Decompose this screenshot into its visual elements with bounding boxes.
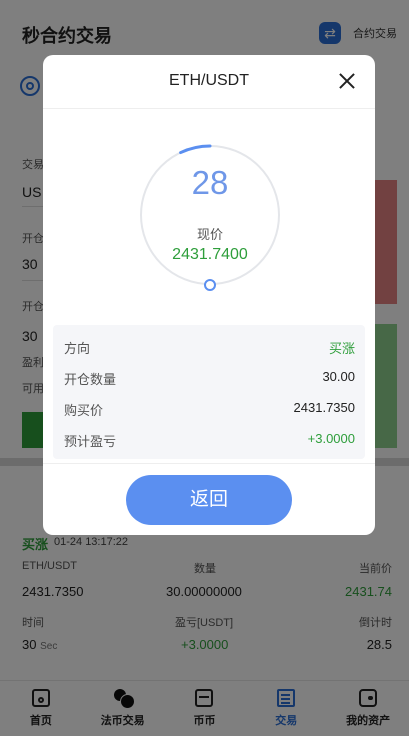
countdown-ring: 28 现价 2431.7400 xyxy=(137,142,283,294)
ring-progress xyxy=(179,144,212,155)
detail-value: +3.0000 xyxy=(307,431,355,446)
current-price-value: 2431.7400 xyxy=(172,246,248,263)
detail-value: 买涨 xyxy=(328,341,355,356)
order-modal: ETH/USDT 28 现价 2431.7400 方向 买涨 开仓数量 30.0… xyxy=(43,55,375,535)
detail-label: 预计盈亏 xyxy=(64,434,117,449)
divider xyxy=(43,463,375,464)
countdown-number: 28 xyxy=(191,164,229,201)
modal-title: ETH/USDT xyxy=(169,72,249,89)
modal-header: ETH/USDT xyxy=(43,55,375,109)
detail-value: 30.00 xyxy=(322,369,355,384)
order-details: 方向 买涨 开仓数量 30.00 购买价 2431.7350 预计盈亏 +3.0… xyxy=(53,325,365,459)
current-price-label: 现价 xyxy=(196,227,223,242)
detail-row-buy-price: 购买价 2431.7350 xyxy=(53,392,365,423)
detail-row-direction: 方向 买涨 xyxy=(53,330,365,361)
detail-row-quantity: 开仓数量 30.00 xyxy=(53,361,365,392)
back-button[interactable]: 返回 xyxy=(126,475,292,525)
close-icon[interactable] xyxy=(337,71,357,91)
detail-label: 购买价 xyxy=(64,403,104,418)
detail-label: 开仓数量 xyxy=(64,372,117,387)
detail-value: 2431.7350 xyxy=(293,400,355,415)
detail-row-expected-pnl: 预计盈亏 +3.0000 xyxy=(53,423,365,454)
ring-knob xyxy=(204,279,216,291)
detail-label: 方向 xyxy=(64,341,91,356)
